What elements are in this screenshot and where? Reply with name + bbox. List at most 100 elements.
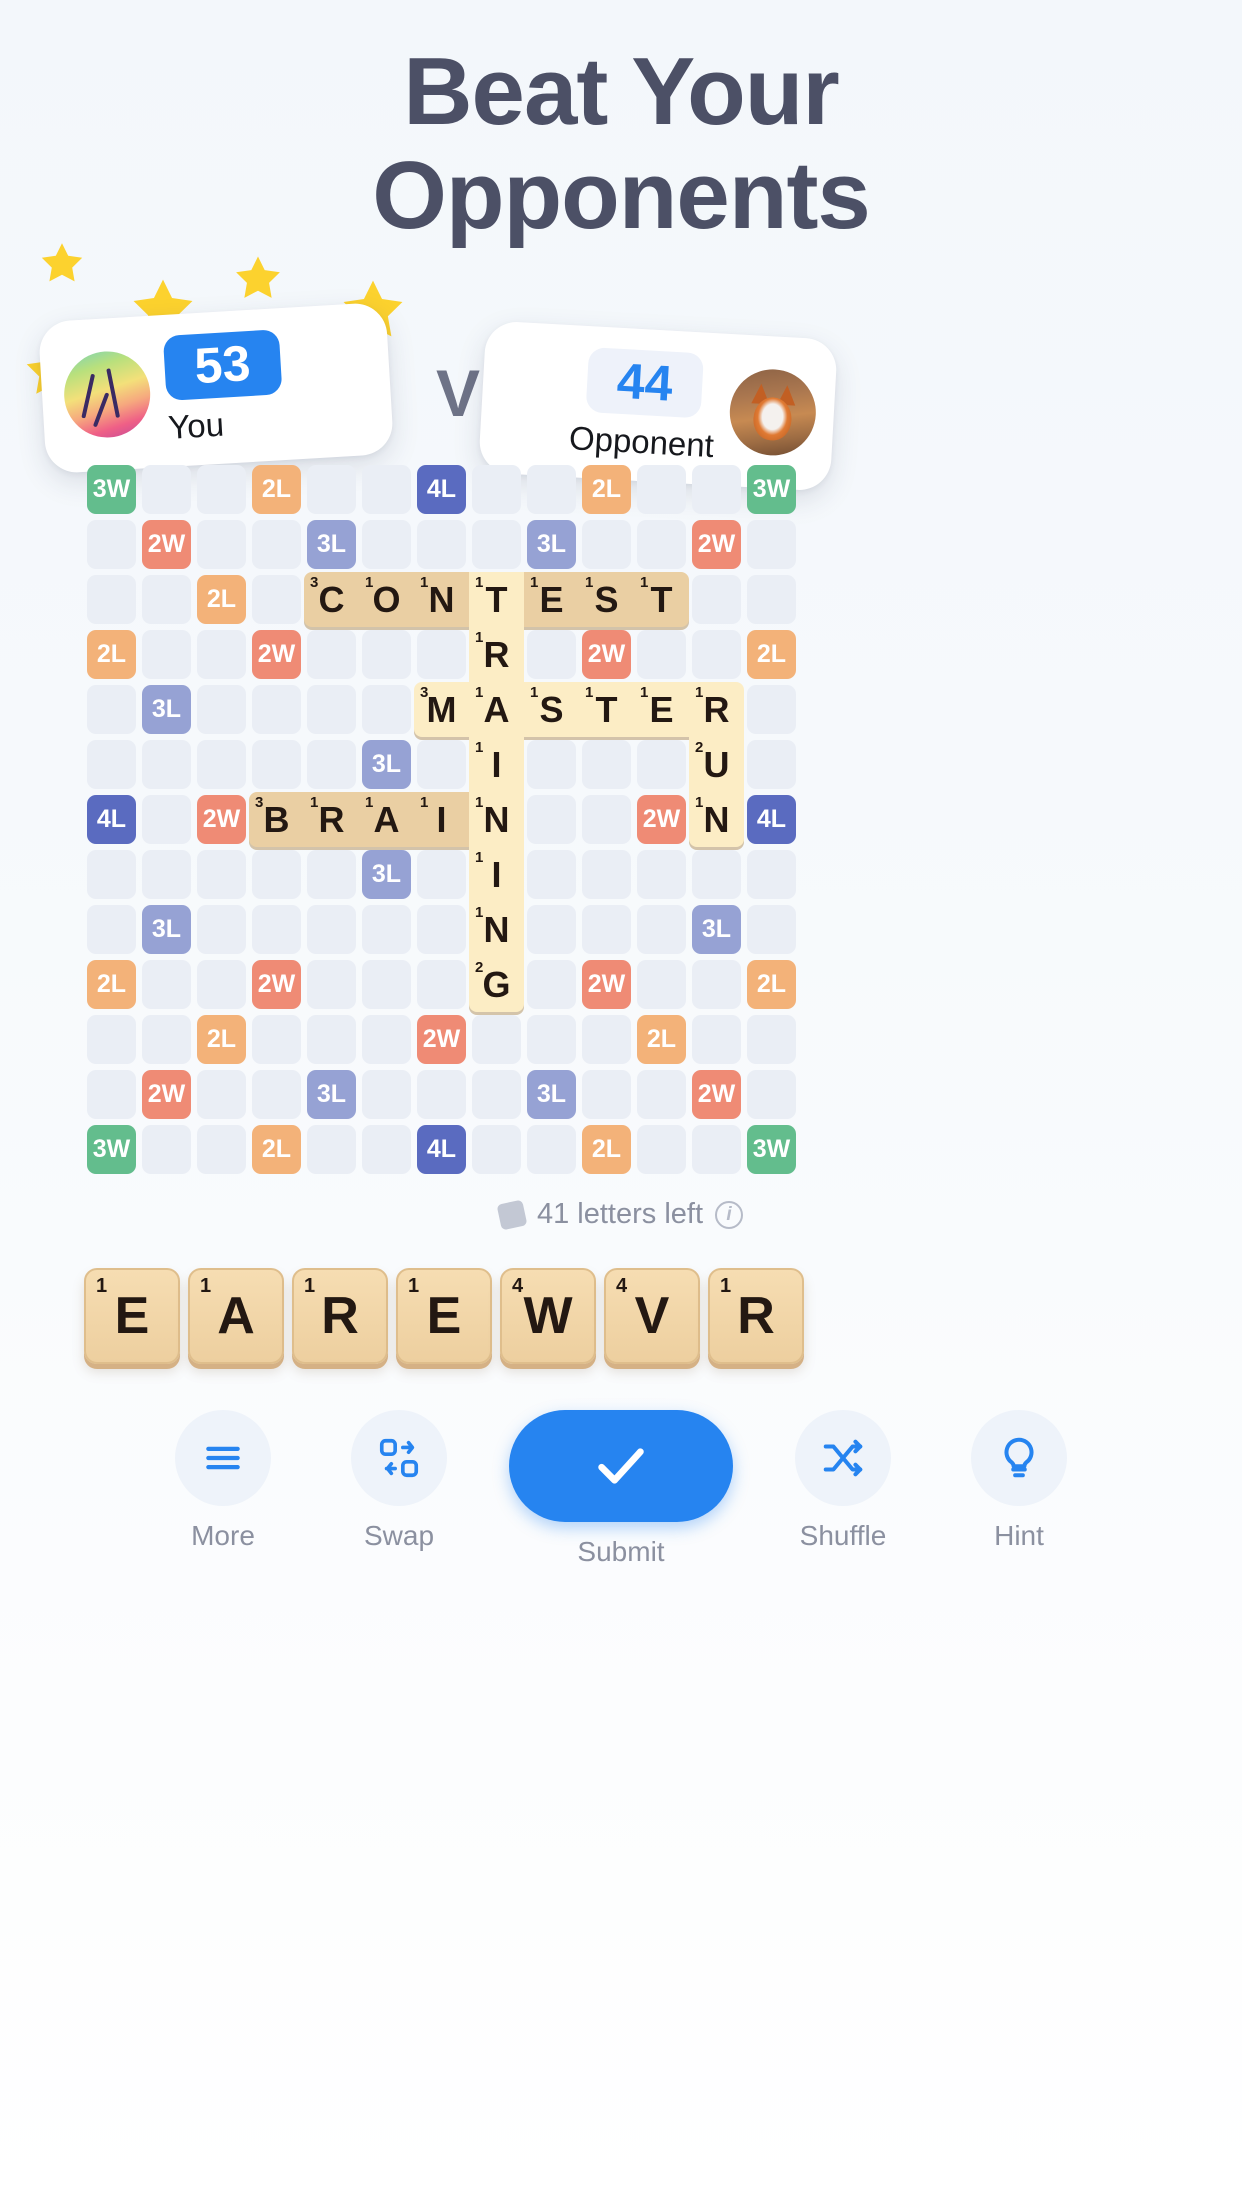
board-cell[interactable] — [689, 1012, 744, 1067]
board-cell[interactable] — [304, 847, 359, 902]
board-bonus-cell-2l[interactable]: 2L — [249, 462, 304, 517]
board-cell[interactable] — [139, 627, 194, 682]
board-cell[interactable] — [84, 517, 139, 572]
bottom-toolbar[interactable]: More Swap Submit Shuffle Hint — [0, 1410, 1242, 1568]
board-cell[interactable] — [469, 1122, 524, 1177]
board-cell[interactable] — [689, 957, 744, 1012]
board-bonus-cell-3w[interactable]: 3W — [744, 462, 799, 517]
board-cell[interactable] — [744, 517, 799, 572]
board-cell[interactable] — [634, 737, 689, 792]
board-cell[interactable] — [579, 1012, 634, 1067]
board-tile[interactable]: 1E — [634, 682, 689, 737]
board-bonus-cell-2l[interactable]: 2L — [194, 572, 249, 627]
board-cell[interactable] — [194, 737, 249, 792]
board-cell[interactable] — [84, 572, 139, 627]
board-cell[interactable] — [469, 462, 524, 517]
board-cell[interactable] — [194, 902, 249, 957]
board-cell[interactable] — [469, 1067, 524, 1122]
board-cell[interactable] — [84, 1067, 139, 1122]
board-bonus-cell-2l[interactable]: 2L — [84, 957, 139, 1012]
board-cell[interactable] — [304, 957, 359, 1012]
board-cell[interactable] — [469, 1012, 524, 1067]
board-tile[interactable]: 1T — [469, 572, 524, 627]
board-cell[interactable] — [194, 1067, 249, 1122]
board-cell[interactable] — [634, 462, 689, 517]
rack-tile[interactable]: 1R — [292, 1268, 388, 1364]
board-tile[interactable]: 1A — [469, 682, 524, 737]
board-cell[interactable] — [84, 847, 139, 902]
board-cell[interactable] — [689, 627, 744, 682]
board-cell[interactable] — [359, 1122, 414, 1177]
board-bonus-cell-2w[interactable]: 2W — [249, 957, 304, 1012]
board-cell[interactable] — [634, 957, 689, 1012]
board-cell[interactable] — [744, 682, 799, 737]
board-tile[interactable]: 1E — [524, 572, 579, 627]
board-tile[interactable]: 1R — [304, 792, 359, 847]
board-cell[interactable] — [139, 462, 194, 517]
hamburger-menu-icon[interactable] — [175, 1410, 271, 1506]
board-bonus-cell-2w[interactable]: 2W — [579, 957, 634, 1012]
board-cell[interactable] — [359, 627, 414, 682]
board-cell[interactable] — [524, 847, 579, 902]
board-cell[interactable] — [524, 1122, 579, 1177]
board-cell[interactable] — [469, 517, 524, 572]
board-cell[interactable] — [359, 517, 414, 572]
board-bonus-cell-2l[interactable]: 2L — [634, 1012, 689, 1067]
board-cell[interactable] — [414, 737, 469, 792]
board-bonus-cell-4l[interactable]: 4L — [744, 792, 799, 847]
board-cell[interactable] — [689, 462, 744, 517]
rack-tile[interactable]: 4W — [500, 1268, 596, 1364]
board-cell[interactable] — [634, 517, 689, 572]
board-bonus-cell-3l[interactable]: 3L — [359, 737, 414, 792]
board-bonus-cell-2w[interactable]: 2W — [414, 1012, 469, 1067]
board-cell[interactable] — [84, 902, 139, 957]
board-cell[interactable] — [304, 682, 359, 737]
board-cell[interactable] — [634, 847, 689, 902]
board-cell[interactable] — [194, 1122, 249, 1177]
board-tile[interactable]: 1I — [414, 792, 469, 847]
board-cell[interactable] — [139, 1012, 194, 1067]
board-bonus-cell-3w[interactable]: 3W — [84, 462, 139, 517]
board-cell[interactable] — [139, 957, 194, 1012]
board-cell[interactable] — [524, 462, 579, 517]
board-bonus-cell-3l[interactable]: 3L — [139, 902, 194, 957]
board-cell[interactable] — [249, 737, 304, 792]
board-tile[interactable]: 1T — [634, 572, 689, 627]
board-tile[interactable]: 1R — [689, 682, 744, 737]
board-cell[interactable] — [304, 1012, 359, 1067]
board-cell[interactable] — [579, 1067, 634, 1122]
board-cell[interactable] — [139, 737, 194, 792]
board-bonus-cell-3l[interactable]: 3L — [524, 517, 579, 572]
board-bonus-cell-2l[interactable]: 2L — [84, 627, 139, 682]
board-bonus-cell-3l[interactable]: 3L — [359, 847, 414, 902]
board-cell[interactable] — [249, 1012, 304, 1067]
board-cell[interactable] — [744, 737, 799, 792]
board-cell[interactable] — [414, 1067, 469, 1122]
board-tile[interactable]: 1N — [469, 902, 524, 957]
board-cell[interactable] — [249, 682, 304, 737]
board-bonus-cell-3w[interactable]: 3W — [84, 1122, 139, 1177]
board-tile[interactable]: 2U — [689, 737, 744, 792]
board-tile[interactable]: 1N — [414, 572, 469, 627]
board-tile[interactable]: 1T — [579, 682, 634, 737]
board-tile[interactable]: 1A — [359, 792, 414, 847]
board-tile[interactable]: 1I — [469, 737, 524, 792]
board-bonus-cell-4l[interactable]: 4L — [414, 1122, 469, 1177]
board-bonus-cell-2w[interactable]: 2W — [634, 792, 689, 847]
board-cell[interactable] — [194, 517, 249, 572]
board-cell[interactable] — [194, 682, 249, 737]
board-tile[interactable]: 2G — [469, 957, 524, 1012]
toolbar-hint-button[interactable]: Hint — [953, 1410, 1085, 1552]
board-cell[interactable] — [359, 1067, 414, 1122]
board-cell[interactable] — [634, 1067, 689, 1122]
board-cell[interactable] — [744, 847, 799, 902]
board-bonus-cell-2w[interactable]: 2W — [689, 1067, 744, 1122]
board-cell[interactable] — [579, 737, 634, 792]
board-cell[interactable] — [194, 462, 249, 517]
board-cell[interactable] — [414, 902, 469, 957]
rack-tile[interactable]: 1A — [188, 1268, 284, 1364]
board-cell[interactable] — [634, 1122, 689, 1177]
board-cell[interactable] — [249, 572, 304, 627]
board-bonus-cell-2w[interactable]: 2W — [139, 517, 194, 572]
board-cell[interactable] — [579, 902, 634, 957]
